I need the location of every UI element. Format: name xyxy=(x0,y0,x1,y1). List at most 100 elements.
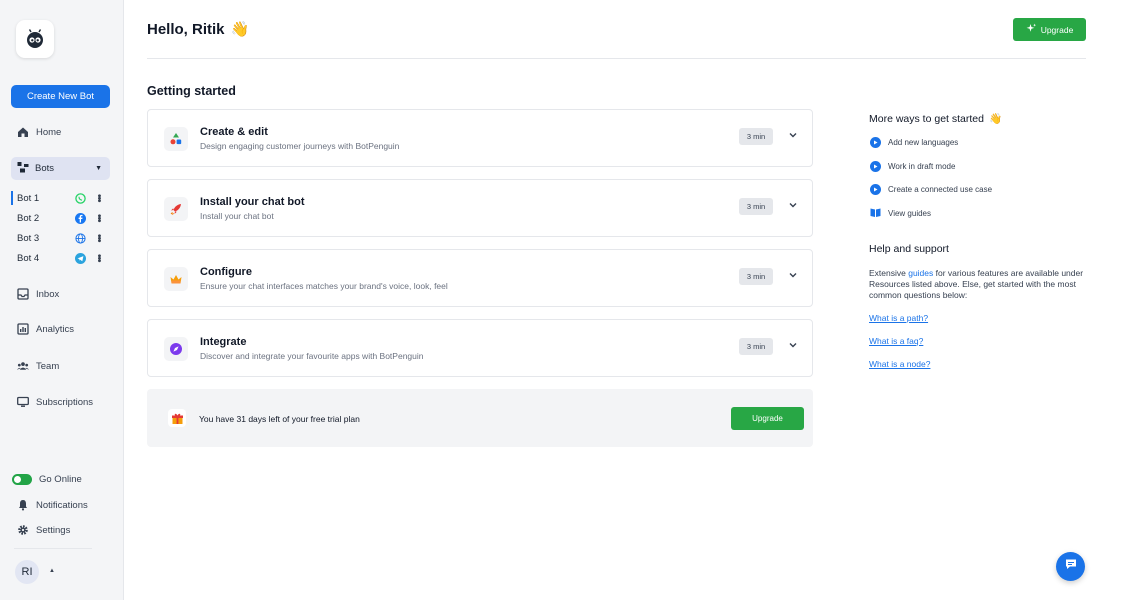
whatsapp-icon xyxy=(75,192,86,204)
botpenguin-logo[interactable] xyxy=(16,20,54,58)
monitor-icon xyxy=(17,396,29,408)
header-divider xyxy=(147,58,1086,59)
help-title: Help and support xyxy=(869,243,949,255)
trial-upgrade-button[interactable]: Upgrade xyxy=(731,407,804,430)
card-subtitle: Install your chat bot xyxy=(200,211,274,221)
bots-icon xyxy=(17,161,29,176)
getting-started-card[interactable]: Configure Ensure your chat interfaces ma… xyxy=(147,249,813,307)
nav-bots[interactable]: Bots ▼ xyxy=(11,157,110,180)
faq-link[interactable]: What is a path? xyxy=(869,313,928,323)
go-online-toggle[interactable]: Go Online xyxy=(12,471,82,487)
wave-emoji: 👋 xyxy=(988,113,1003,125)
trial-banner: You have 31 days left of your free trial… xyxy=(147,389,813,447)
sidebar-divider xyxy=(14,548,92,549)
go-online-label: Go Online xyxy=(39,473,82,485)
create-new-bot-button[interactable]: Create New Bot xyxy=(11,85,110,108)
caret-up-icon[interactable]: ▲ xyxy=(49,568,55,574)
link-label: Add new languages xyxy=(888,138,959,147)
guides-link[interactable]: guides xyxy=(908,268,933,278)
team-icon xyxy=(17,360,29,372)
play-icon xyxy=(870,184,881,195)
getting-started-card[interactable]: Create & edit Design engaging customer j… xyxy=(147,109,813,167)
nav-subscriptions-label: Subscriptions xyxy=(36,396,94,408)
bell-icon xyxy=(17,499,29,511)
book-icon xyxy=(870,207,881,220)
nav-analytics-label: Analytics xyxy=(36,323,75,335)
wave-emoji: 👋 xyxy=(230,21,250,38)
faq-link[interactable]: What is a faq? xyxy=(869,336,923,346)
faq-link[interactable]: What is a node? xyxy=(869,359,930,369)
nav-team-label: Team xyxy=(36,360,60,372)
inbox-icon xyxy=(17,288,29,300)
more-ways-title: More ways to get started xyxy=(869,112,984,125)
crown-icon xyxy=(164,267,188,291)
more-ways-heading: More ways to get started 👋 xyxy=(869,112,1003,126)
bot-item[interactable]: Bot 1 ••• xyxy=(17,191,105,205)
nav-home-label: Home xyxy=(36,126,62,138)
nav-subscriptions[interactable]: Subscriptions xyxy=(17,394,93,410)
duration-badge: 3 min xyxy=(739,268,773,285)
bot-name: Bot 3 xyxy=(17,232,40,244)
card-title: Integrate xyxy=(200,336,247,348)
link-draft-mode[interactable]: Work in draft mode xyxy=(870,161,955,172)
home-icon xyxy=(17,126,29,138)
bot-item[interactable]: Bot 3 ••• xyxy=(17,231,105,245)
duration-badge: 3 min xyxy=(739,338,773,355)
chat-bubble-icon xyxy=(1064,557,1078,576)
more-options-icon[interactable]: ••• xyxy=(93,194,104,202)
link-connected-use-case[interactable]: Create a connected use case xyxy=(870,184,992,195)
duration-badge: 3 min xyxy=(739,198,773,215)
nav-inbox[interactable]: Inbox xyxy=(17,286,59,302)
gear-icon xyxy=(17,524,29,536)
bot-item[interactable]: Bot 2 ••• xyxy=(17,211,105,225)
nav-settings[interactable]: Settings xyxy=(17,522,70,538)
link-label: Create a connected use case xyxy=(888,185,993,194)
nav-notifications[interactable]: Notifications xyxy=(17,497,88,513)
nav-analytics[interactable]: Analytics xyxy=(17,321,74,337)
link-label: Work in draft mode xyxy=(888,162,956,171)
help-description: Extensive guides for various features ar… xyxy=(869,268,1089,301)
analytics-icon xyxy=(17,323,29,335)
card-title: Configure xyxy=(200,266,252,278)
chevron-down-icon[interactable] xyxy=(788,130,798,140)
getting-started-card[interactable]: Install your chat bot Install your chat … xyxy=(147,179,813,237)
greeting-text: Hello, Ritik xyxy=(147,20,225,38)
upgrade-label: Upgrade xyxy=(1040,24,1074,35)
card-title: Install your chat bot xyxy=(200,196,305,208)
duration-badge: 3 min xyxy=(739,128,773,145)
play-icon xyxy=(870,137,881,148)
link-label: View guides xyxy=(888,209,931,218)
bot-name: Bot 2 xyxy=(17,212,40,224)
bot-name: Bot 4 xyxy=(17,252,40,264)
help-text-part: Extensive xyxy=(869,268,909,278)
chevron-down-icon[interactable] xyxy=(788,200,798,210)
nav-bots-label: Bots xyxy=(35,163,55,174)
avatar[interactable]: RI xyxy=(15,560,39,584)
section-title: Getting started xyxy=(147,84,236,98)
play-icon xyxy=(870,161,881,172)
card-subtitle: Discover and integrate your favourite ap… xyxy=(200,351,424,361)
chat-button[interactable] xyxy=(1056,552,1085,581)
upgrade-button[interactable]: Upgrade xyxy=(1013,18,1086,41)
nav-team[interactable]: Team xyxy=(17,358,59,374)
active-bot-indicator xyxy=(11,191,13,205)
penguin-icon xyxy=(27,29,43,48)
sparkle-icon xyxy=(1026,23,1037,36)
link-add-languages[interactable]: Add new languages xyxy=(870,137,958,148)
trial-text: You have 31 days left of your free trial… xyxy=(199,414,360,424)
nav-home[interactable]: Home xyxy=(17,124,61,140)
more-options-icon[interactable]: ••• xyxy=(93,214,104,222)
nav-inbox-label: Inbox xyxy=(36,288,60,300)
telegram-icon xyxy=(75,252,86,264)
chevron-down-icon[interactable] xyxy=(788,270,798,280)
more-options-icon[interactable]: ••• xyxy=(93,254,104,262)
rocket-icon xyxy=(164,197,188,221)
compass-icon xyxy=(164,337,188,361)
chevron-down-icon[interactable] xyxy=(788,340,798,350)
nav-notifications-label: Notifications xyxy=(36,499,88,511)
more-options-icon[interactable]: ••• xyxy=(93,234,104,242)
getting-started-card[interactable]: Integrate Discover and integrate your fa… xyxy=(147,319,813,377)
bot-item[interactable]: Bot 4 ••• xyxy=(17,251,105,265)
link-view-guides[interactable]: View guides xyxy=(870,207,931,220)
toggle-switch[interactable] xyxy=(12,473,32,485)
